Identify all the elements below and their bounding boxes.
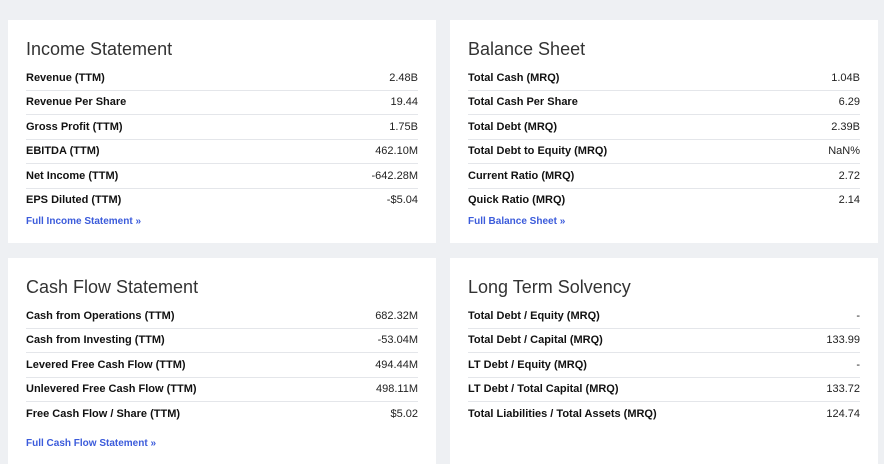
row-label: Levered Free Cash Flow (TTM)	[26, 358, 186, 371]
row-value: -642.28M	[371, 169, 418, 182]
balance-sheet-card: Balance Sheet Total Cash (MRQ) 1.04B Tot…	[450, 20, 878, 243]
row-value: 2.39B	[831, 120, 860, 133]
table-row: Net Income (TTM) -642.28M	[26, 164, 418, 189]
row-value: -	[856, 358, 860, 371]
row-label: Total Liabilities / Total Assets (MRQ)	[468, 407, 657, 420]
table-row: Gross Profit (TTM) 1.75B	[26, 115, 418, 140]
row-label: Revenue (TTM)	[26, 71, 105, 84]
row-label: EPS Diluted (TTM)	[26, 194, 122, 207]
cashflow-rows: Cash from Operations (TTM) 682.32M Cash …	[26, 304, 418, 426]
row-value: 1.04B	[831, 71, 860, 84]
row-value: 494.44M	[375, 358, 418, 371]
row-value: 1.75B	[389, 120, 418, 133]
row-label: EBITDA (TTM)	[26, 145, 100, 158]
table-row: Revenue (TTM) 2.48B	[26, 66, 418, 91]
row-value: 6.29	[838, 96, 860, 109]
row-label: LT Debt / Total Capital (MRQ)	[468, 383, 619, 396]
row-label: Current Ratio (MRQ)	[468, 169, 575, 182]
row-label: Cash from Operations (TTM)	[26, 309, 175, 322]
card-title: Cash Flow Statement	[26, 277, 199, 297]
row-label: Free Cash Flow / Share (TTM)	[26, 407, 181, 420]
table-row: Cash from Investing (TTM) -53.04M	[26, 329, 418, 353]
row-value: $5.02	[390, 407, 418, 420]
table-row: Free Cash Flow / Share (TTM) $5.02	[26, 402, 418, 426]
card-title: Long Term Solvency	[468, 277, 631, 297]
row-label: Quick Ratio (MRQ)	[468, 194, 566, 207]
table-row: Quick Ratio (MRQ) 2.14	[468, 189, 860, 213]
full-cash-flow-statement-link[interactable]: Full Cash Flow Statement »	[26, 438, 418, 449]
row-label: Revenue Per Share	[26, 96, 127, 109]
row-value: 2.48B	[389, 71, 418, 84]
table-row: LT Debt / Total Capital (MRQ) 133.72	[468, 378, 860, 402]
table-row: Current Ratio (MRQ) 2.72	[468, 164, 860, 189]
row-label: Total Cash Per Share	[468, 96, 578, 109]
table-row: Total Debt (MRQ) 2.39B	[468, 115, 860, 140]
row-label: Net Income (TTM)	[26, 169, 119, 182]
row-label: Total Debt (MRQ)	[468, 120, 558, 133]
table-row: Total Debt / Capital (MRQ) 133.99	[468, 329, 860, 353]
table-row: Total Cash Per Share 6.29	[468, 91, 860, 115]
row-value: NaN%	[828, 145, 860, 158]
table-row: Total Cash (MRQ) 1.04B	[468, 66, 860, 91]
row-value: -$5.04	[386, 194, 418, 207]
table-row: Revenue Per Share 19.44	[26, 91, 418, 115]
table-row: LT Debt / Equity (MRQ) -	[468, 353, 860, 378]
table-row: EPS Diluted (TTM) -$5.04	[26, 189, 418, 213]
long-term-solvency-card: Long Term Solvency Total Debt / Equity (…	[450, 258, 878, 464]
row-label: Gross Profit (TTM)	[26, 120, 123, 133]
table-row: Total Debt / Equity (MRQ) -	[468, 304, 860, 329]
row-value: 462.10M	[375, 145, 418, 158]
balance-rows: Total Cash (MRQ) 1.04B Total Cash Per Sh…	[468, 66, 860, 212]
row-label: Total Debt / Capital (MRQ)	[468, 334, 603, 347]
row-value: 133.99	[826, 334, 860, 347]
row-value: 2.14	[838, 194, 860, 207]
table-row: Unlevered Free Cash Flow (TTM) 498.11M	[26, 378, 418, 402]
row-label: Total Debt to Equity (MRQ)	[468, 145, 608, 158]
table-row: Cash from Operations (TTM) 682.32M	[26, 304, 418, 329]
row-value: 682.32M	[375, 309, 418, 322]
solvency-rows: Total Debt / Equity (MRQ) - Total Debt /…	[468, 304, 860, 426]
table-row: EBITDA (TTM) 462.10M	[26, 140, 418, 164]
cash-flow-statement-card: Cash Flow Statement Cash from Operations…	[8, 258, 436, 464]
row-label: Unlevered Free Cash Flow (TTM)	[26, 383, 197, 396]
table-row: Total Liabilities / Total Assets (MRQ) 1…	[468, 402, 860, 426]
income-rows: Revenue (TTM) 2.48B Revenue Per Share 19…	[26, 66, 418, 212]
table-row: Total Debt to Equity (MRQ) NaN%	[468, 140, 860, 164]
card-title: Balance Sheet	[468, 39, 586, 59]
row-label: Cash from Investing (TTM)	[26, 334, 165, 347]
row-label: LT Debt / Equity (MRQ)	[468, 358, 587, 371]
row-value: -	[856, 309, 860, 322]
row-label: Total Cash (MRQ)	[468, 71, 560, 84]
row-value: 19.44	[390, 96, 418, 109]
full-balance-sheet-link[interactable]: Full Balance Sheet »	[468, 216, 860, 227]
row-value: 2.72	[838, 169, 860, 182]
card-title: Income Statement	[26, 39, 173, 59]
row-value: -53.04M	[377, 334, 418, 347]
row-value: 133.72	[826, 383, 860, 396]
full-income-statement-link[interactable]: Full Income Statement »	[26, 216, 418, 227]
row-label: Total Debt / Equity (MRQ)	[468, 309, 600, 322]
row-value: 124.74	[826, 407, 860, 420]
income-statement-card: Income Statement Revenue (TTM) 2.48B Rev…	[8, 20, 436, 243]
row-value: 498.11M	[376, 383, 418, 396]
table-row: Levered Free Cash Flow (TTM) 494.44M	[26, 353, 418, 378]
